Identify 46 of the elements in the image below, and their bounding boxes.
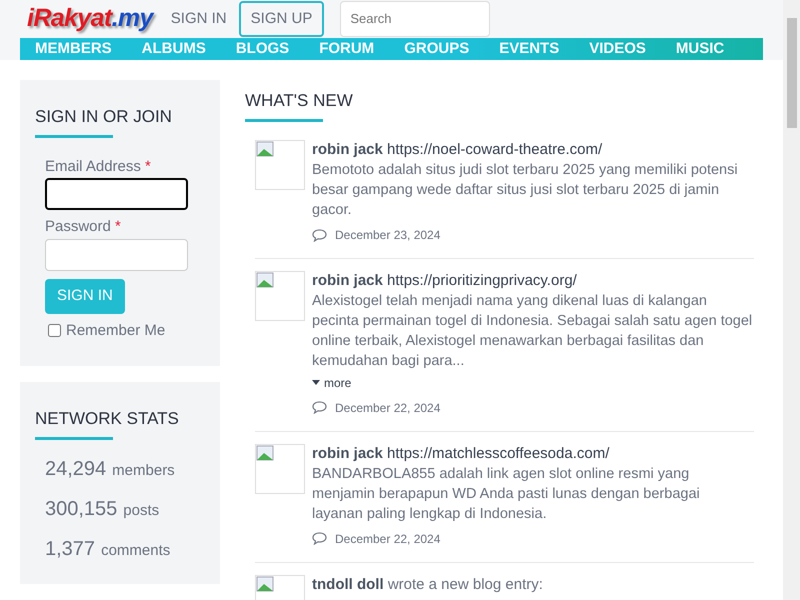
section-title: WHAT'S NEW	[245, 90, 353, 112]
post-text: Bemototo adalah situs judi slot terbaru 2025 yang memiliki potensi besar gampang wede daftar situs jusi slot terbaru 2025 di jamin gacor.	[312, 161, 739, 220]
nav-link[interactable]: MUSIC	[676, 38, 724, 60]
post-date: December 22, 2024	[335, 530, 440, 548]
activity-text: wrote a new blog entry:	[388, 576, 543, 592]
comment-icon[interactable]	[312, 228, 327, 242]
field-label: Email Address *	[45, 156, 152, 176]
stat-label: members	[112, 460, 175, 480]
sign-up-button[interactable]: SIGN UP	[238, 0, 324, 37]
comment-icon[interactable]	[312, 401, 327, 414]
post-link[interactable]: https://noel-coward-theatre.com/	[387, 141, 602, 158]
comment-icon[interactable]	[312, 532, 327, 545]
search-field[interactable]: Search	[340, 0, 490, 37]
post-date: December 23, 2024	[335, 227, 440, 244]
card-title: SIGN IN OR JOIN	[35, 106, 173, 128]
author-link[interactable]: robin jack	[312, 444, 383, 462]
password-field[interactable]	[45, 238, 188, 270]
stat-number: 300,155	[45, 496, 118, 522]
sign-in-button[interactable]: SIGN IN	[45, 278, 125, 314]
broken-image-icon	[255, 271, 305, 321]
author-link[interactable]: robin jack	[312, 272, 383, 289]
broken-image-icon	[255, 444, 305, 494]
author-link[interactable]: robin jack	[312, 141, 383, 158]
logo[interactable]: iRakyat.my	[27, 0, 153, 38]
broken-image-icon	[255, 140, 305, 190]
card-title: NETWORK STATS	[35, 408, 180, 430]
post-link[interactable]: https://matchlesscoffeesoda.com/	[387, 444, 610, 462]
stat-label: posts	[123, 500, 160, 520]
post-date: December 22, 2024	[335, 400, 440, 416]
caret-icon	[312, 380, 320, 385]
email-field[interactable]	[45, 178, 188, 210]
post-text: Alexistogel telah menjadi nama yang dikenal luas di kalangan pecinta permainan togel di Indonesia. Sebagai salah satu agen togel online terbaik, Alexistogel menawarkan berbagai fasilitas dan kemudahan bagi para...	[312, 292, 754, 371]
nav-link[interactable]: EVENTS	[499, 38, 560, 60]
checkbox-label: Remember Me	[66, 320, 166, 340]
stat-number: 24,294	[45, 456, 106, 482]
post-link[interactable]: https://prioritizingprivacy.org/	[387, 272, 577, 289]
stat-label: comments	[101, 540, 170, 560]
field-label: Password *	[45, 217, 122, 237]
author-link[interactable]: tndoll doll	[312, 576, 384, 592]
stat-number: 1,377	[45, 536, 96, 562]
post-text: BANDARBOLA855 adalah link agen slot online resmi yang menjamin berapapun WD Anda pasti lunas dengan berbagai layanan paling lengkap di Indonesia.	[312, 464, 701, 524]
sign-in-link[interactable]: SIGN IN	[170, 8, 227, 30]
remember-checkbox[interactable]	[48, 324, 61, 338]
nav-link[interactable]: VIDEOS	[589, 38, 646, 60]
scrollbar[interactable]	[783, 0, 800, 600]
more-link[interactable]: more	[312, 372, 352, 392]
